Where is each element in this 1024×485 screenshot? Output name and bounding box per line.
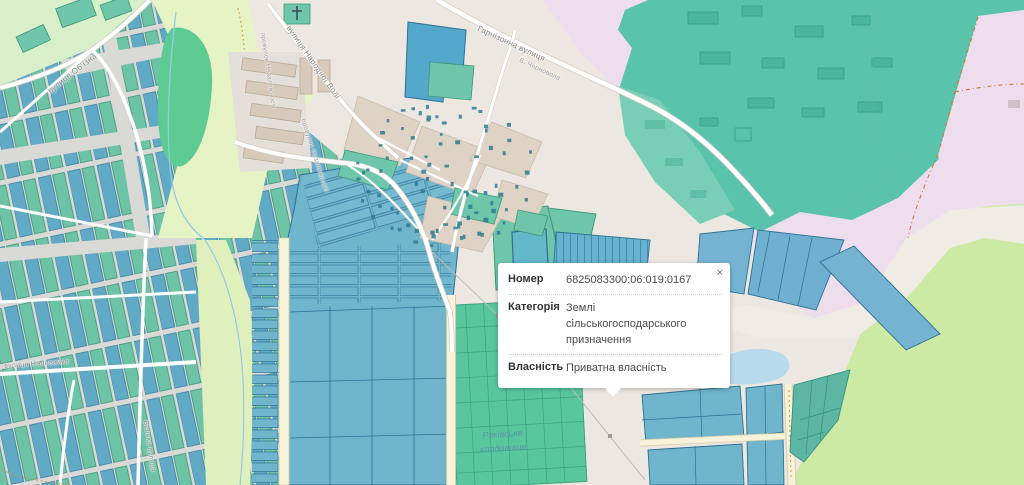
popup-row-number: Номер 6825083300:06:019:0167 (508, 267, 722, 294)
popup-tail (604, 387, 622, 397)
field-road (279, 238, 289, 485)
popup-label-category: Категорія (508, 301, 566, 349)
popup-label-number: Номер (508, 273, 566, 289)
close-icon[interactable]: × (715, 266, 725, 281)
popup-value-number: 6825083300:06:019:0167 (566, 273, 722, 289)
map-viewport[interactable]: вулиця Об'їзна вулиця Народної Волі Гарн… (0, 0, 1024, 485)
popup-value-ownership: Приватна власність (566, 361, 722, 377)
strip-parcels-column (252, 240, 278, 485)
popup-value-category: Землі сільськогосподарського призначення (566, 301, 722, 349)
popup-row-category: Категорія Землі сільськогосподарського п… (508, 294, 722, 354)
popup-label-ownership: Власність (508, 361, 566, 377)
map-canvas (0, 0, 1024, 485)
parcel-info-popup: × Номер 6825083300:06:019:0167 Категорія… (498, 263, 730, 388)
popup-row-ownership: Власність Приватна власність (508, 354, 722, 382)
